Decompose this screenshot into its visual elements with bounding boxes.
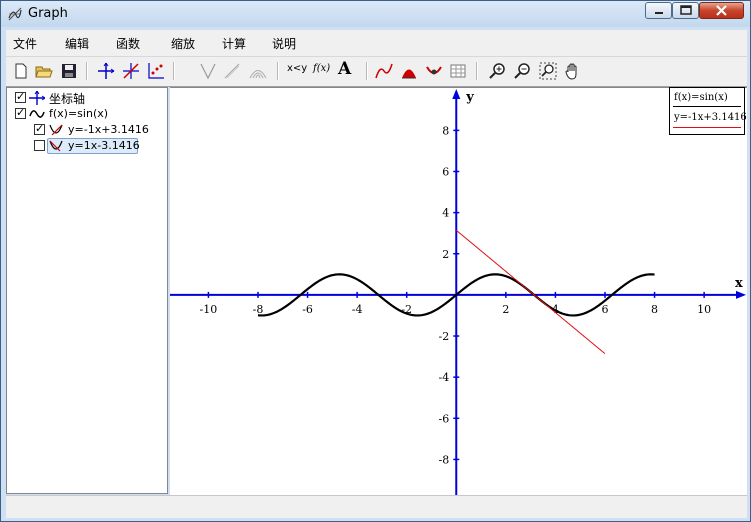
- insert-inequality-button[interactable]: x<y: [287, 63, 307, 74]
- graph-canvas[interactable]: xy-10 -8 -6 -4 -2 2 4 6 8 10-8-6-4-22468: [170, 88, 747, 495]
- insert-point-series-icon[interactable]: [146, 61, 166, 81]
- y-tick-label: 8: [442, 124, 449, 137]
- tangent-icon: [49, 124, 63, 136]
- y-axis-arrow: [452, 89, 461, 99]
- tangent-1-label: y=-1x+3.1416: [68, 123, 149, 136]
- plot-area[interactable]: x y -10 -8 -6 -4 -2 2 4 6 8 10 -8 -6 -4 -2 2 4 6 8: [170, 87, 747, 495]
- insert-tangent-icon[interactable]: [198, 61, 218, 81]
- toolbar-separator: [86, 62, 88, 80]
- x-axis-arrow: [736, 290, 746, 299]
- legend-function-label: f(x)=sin(x): [674, 92, 728, 103]
- menu-calculate[interactable]: 计算: [222, 35, 246, 52]
- close-icon: [716, 5, 727, 16]
- toolbar-separator: [476, 62, 478, 80]
- insert-shade-icon[interactable]: [222, 61, 242, 81]
- toolbar-separator: [277, 62, 279, 80]
- axes-icon[interactable]: [96, 61, 116, 81]
- axes-checkbox[interactable]: ✓: [15, 90, 26, 103]
- zoom-out-icon[interactable]: [513, 61, 533, 81]
- y-tick-label: -6: [439, 412, 450, 425]
- minimize-icon: [655, 12, 663, 14]
- evaluate-icon[interactable]: [374, 61, 394, 81]
- app-window: Graph 文件 编辑 函数 缩放 计算 说明 x<y f(x) A ✓ 坐标轴…: [0, 0, 751, 522]
- insert-function-label-button[interactable]: f(x): [313, 63, 330, 74]
- zoom-in-icon[interactable]: [488, 61, 508, 81]
- insert-relation-icon[interactable]: [248, 61, 268, 81]
- x-tick-label: 8: [651, 303, 658, 316]
- title-bar[interactable]: Graph: [1, 1, 750, 27]
- minimize-button[interactable]: [645, 2, 672, 19]
- axes-icon: [29, 91, 45, 105]
- y-axis-label: y: [465, 90, 474, 105]
- toolbar: x<y f(x) A: [6, 57, 747, 87]
- pan-hand-icon[interactable]: [563, 61, 583, 81]
- x-tick-label: -4: [352, 303, 363, 316]
- menu-zoom[interactable]: 缩放: [171, 35, 195, 52]
- x-tick-label: 10: [697, 303, 711, 316]
- tangent-1-checkbox[interactable]: ✓: [34, 122, 45, 135]
- tree-item-tangent-2[interactable]: y=1x-3.1416: [34, 138, 164, 154]
- x-tick-label: -10: [200, 303, 218, 316]
- maximize-icon: [680, 5, 692, 15]
- app-icon: [8, 7, 22, 21]
- function-checkbox[interactable]: ✓: [15, 106, 26, 119]
- menu-help[interactable]: 说明: [272, 35, 296, 52]
- insert-text-button[interactable]: A: [338, 59, 351, 79]
- zoom-function-icon[interactable]: [424, 61, 444, 81]
- axes-label: 坐标轴: [49, 92, 86, 106]
- tangent-line: [455, 229, 606, 355]
- status-bar: [6, 495, 747, 518]
- menu-function[interactable]: 函数: [116, 35, 140, 52]
- toolbar-separator: [366, 62, 368, 80]
- tree-item-function[interactable]: ✓ f(x)=sin(x): [15, 106, 165, 122]
- tangent-icon: [49, 140, 63, 152]
- function-tree: ✓ 坐标轴 ✓ f(x)=sin(x) ✓ y=-1x+3.1416 y=1x-…: [6, 87, 168, 494]
- y-tick-label: 4: [442, 207, 449, 220]
- y-tick-label: -2: [439, 330, 450, 343]
- menu-edit[interactable]: 编辑: [65, 35, 89, 52]
- menu-bar: 文件 编辑 函数 缩放 计算 说明: [6, 30, 747, 57]
- x-tick-label: 2: [502, 303, 509, 316]
- insert-function-icon[interactable]: [121, 61, 141, 81]
- table-icon[interactable]: [448, 61, 468, 81]
- tangent-2-checkbox[interactable]: [34, 140, 45, 151]
- x-tick-label: 6: [601, 303, 608, 316]
- zoom-window-icon[interactable]: [538, 61, 558, 81]
- function-label: f(x)=sin(x): [49, 107, 109, 120]
- y-tick-label: -8: [439, 453, 450, 466]
- tangent-2-label: y=1x-3.1416: [68, 139, 140, 152]
- sine-wave-icon: [29, 110, 45, 118]
- x-tick-label: -6: [302, 303, 313, 316]
- save-icon[interactable]: [59, 61, 79, 81]
- toolbar-separator: [173, 62, 175, 80]
- legend-tangent-swatch: [673, 127, 741, 128]
- window-title: Graph: [28, 6, 68, 21]
- y-tick-label: 2: [442, 248, 449, 261]
- y-tick-label: -4: [439, 371, 450, 384]
- area-icon[interactable]: [399, 61, 419, 81]
- close-button[interactable]: [699, 2, 744, 19]
- legend-tangent-label: y=-1x+3.1416: [674, 112, 747, 123]
- open-folder-icon[interactable]: [34, 61, 54, 81]
- legend[interactable]: f(x)=sin(x) y=-1x+3.1416: [669, 87, 747, 135]
- new-file-icon[interactable]: [11, 61, 31, 81]
- y-tick-label: 6: [442, 165, 449, 178]
- x-tick-label: -8: [253, 303, 264, 316]
- legend-function-swatch: [673, 106, 741, 107]
- tree-item-tangent-1[interactable]: ✓ y=-1x+3.1416: [34, 122, 164, 138]
- tree-item-axes[interactable]: ✓ 坐标轴: [15, 90, 165, 106]
- maximize-button[interactable]: [672, 2, 699, 19]
- x-axis-label: x: [735, 276, 743, 291]
- menu-file[interactable]: 文件: [13, 35, 37, 52]
